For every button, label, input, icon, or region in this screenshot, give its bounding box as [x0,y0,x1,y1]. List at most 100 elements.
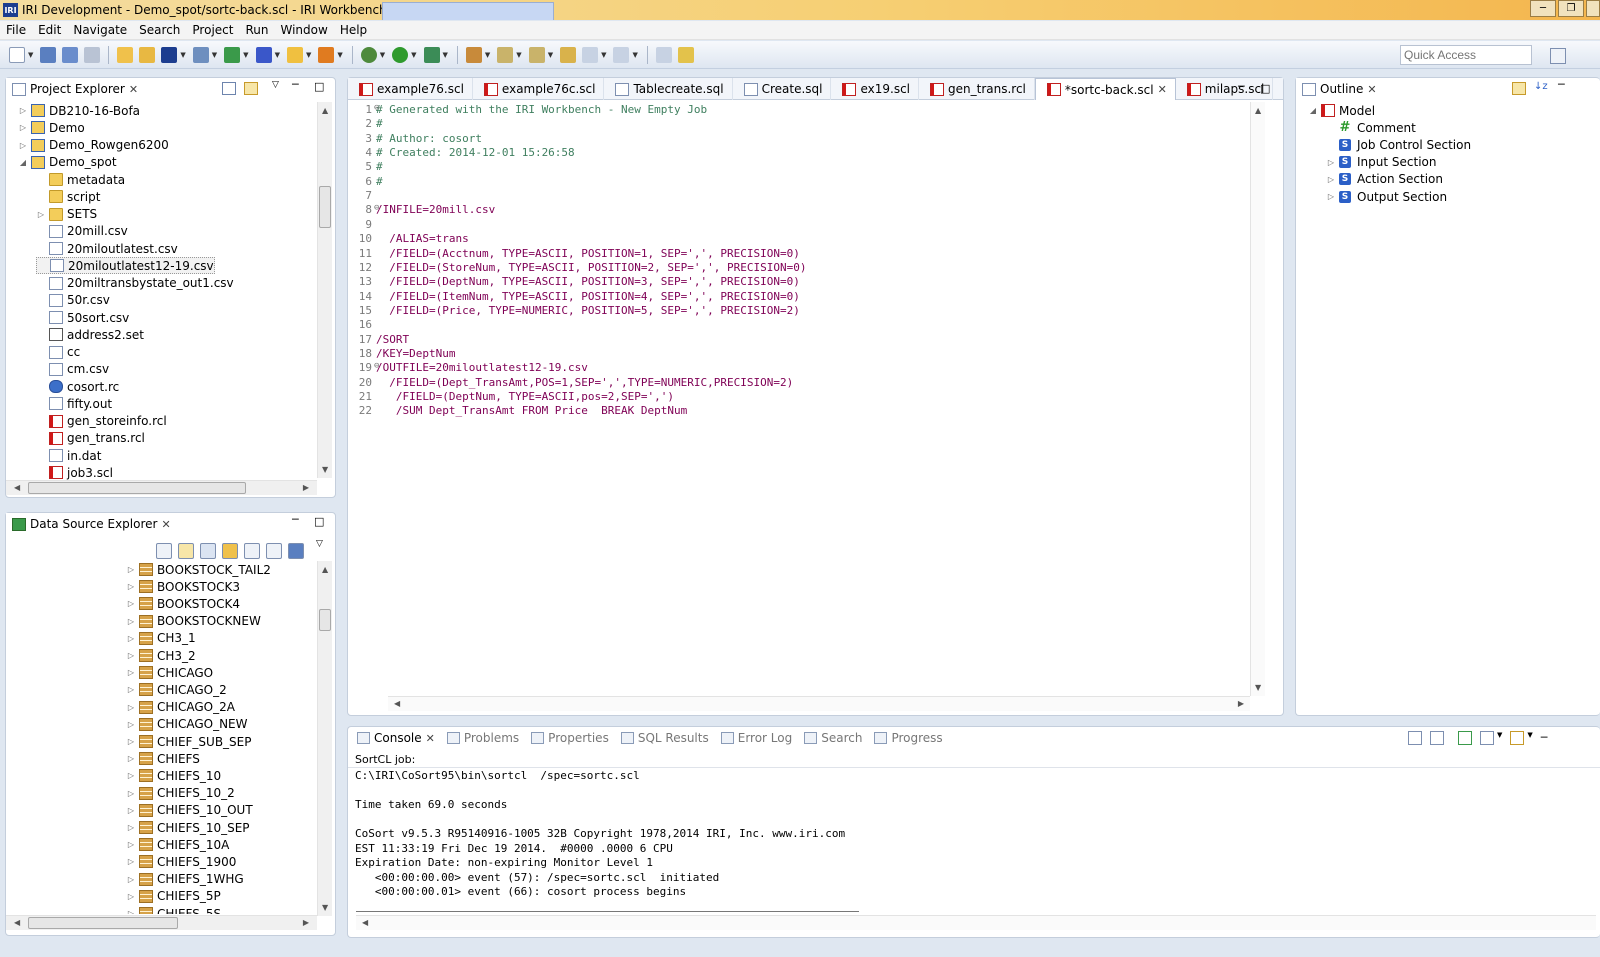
project-tree-item[interactable]: script [36,188,100,205]
menu-edit[interactable]: Edit [32,23,67,37]
table-tree-item[interactable]: ▷ CHIEFS_10_SEP [126,819,250,836]
menu-search[interactable]: Search [133,23,186,37]
expand-twisty-icon[interactable]: ▷ [126,737,136,746]
code-line[interactable]: /FIELD=(DeptNum, TYPE=ASCII, POSITION=3,… [376,275,800,288]
code-line[interactable]: /OUTFILE=20miloutlatest12-19.csv [376,361,588,374]
menu-help[interactable]: Help [334,23,373,37]
table-tree-item[interactable]: ▷ CHICAGO_2A [126,699,235,716]
fold-icon[interactable]: ⊖ [374,103,379,113]
open-folder-icon[interactable] [117,46,134,63]
quick-access-input[interactable] [1400,45,1532,65]
maximize-view-icon[interactable]: □ [314,515,324,528]
expand-twisty-icon[interactable]: ▷ [18,141,28,150]
project-tree-item[interactable]: 50r.csv [36,292,110,309]
code-line[interactable]: # [376,117,383,130]
expand-twisty-icon[interactable]: ▷ [18,106,28,115]
mask-icon[interactable] [255,46,272,63]
editor-tab[interactable]: *sortc-back.scl ✕ [1034,78,1176,100]
code-line[interactable]: /INFILE=20mill.csv [376,203,495,216]
code-line[interactable]: /FIELD=(Price, TYPE=NUMERIC, POSITION=5,… [376,304,800,317]
pin-icon[interactable] [655,46,672,63]
table-tree-item[interactable]: ▷ CHIEFS_1900 [126,853,236,870]
table-tree-item[interactable]: ▷ CHICAGO_2 [126,681,227,698]
menu-window[interactable]: Window [274,23,333,37]
maximize-view-icon[interactable]: □ [1260,82,1270,95]
expand-twisty-icon[interactable]: ▷ [1326,158,1336,167]
database-icon[interactable] [224,46,241,63]
expand-twisty-icon[interactable]: ▷ [126,823,136,832]
project-tree-item[interactable]: ◢ Demo_spot [18,154,117,171]
minimize-view-icon[interactable]: ─ [292,513,299,526]
fold-icon[interactable]: ⊖ [374,361,379,371]
minimize-view-icon[interactable]: ─ [1238,80,1245,93]
print-icon[interactable] [84,46,101,63]
project-tree-item[interactable]: ▷ Demo_Rowgen6200 [18,137,169,154]
project-tree-item[interactable]: 20mill.csv [36,223,128,240]
ds-tree-vscrollbar[interactable]: ▲ ▼ [317,561,332,916]
project-tree-item[interactable]: gen_trans.rcl [36,430,145,447]
back-icon[interactable] [582,46,599,63]
editor-tab[interactable]: ex19.scl [831,78,920,100]
table-tree-item[interactable]: ▷ CHIEFS_10_OUT [126,802,253,819]
export-icon[interactable] [266,543,282,559]
table-tree-item[interactable]: ▷ CHICAGO [126,664,213,681]
iri-menu-icon[interactable] [161,46,178,63]
ds-tree-hscrollbar[interactable]: ◀ ▶ [6,915,317,930]
project-tree-item[interactable]: 50sort.csv [36,309,129,326]
code-line[interactable]: # Author: cosort [376,132,482,145]
view-menu-icon[interactable]: ▽ [316,539,323,549]
expand-twisty-icon[interactable]: ▷ [126,909,136,914]
project-tree-hscrollbar[interactable]: ◀ ▶ [6,480,317,495]
editor-tab[interactable]: milaps.scl [1176,78,1274,100]
expand-twisty-icon[interactable]: ▷ [126,617,136,626]
project-tree-item[interactable]: gen_storeinfo.rcl [36,413,167,430]
close-icon[interactable]: ✕ [161,518,170,531]
new-icon[interactable] [9,46,25,63]
expand-twisty-icon[interactable]: ▷ [36,210,46,219]
code-line[interactable]: /KEY=DeptNum [376,347,455,360]
outline-item[interactable]: ▷ S Action Section [1326,171,1443,188]
table-tree-item[interactable]: ▷ BOOKSTOCK4 [126,595,240,612]
tree-layout-icon[interactable] [200,543,216,559]
bottom-tab[interactable]: Progress [868,728,948,748]
collapse-all-icon[interactable] [222,82,236,95]
forward-icon[interactable] [613,46,630,63]
expand-twisty-icon[interactable]: ▷ [18,123,28,132]
bottom-tab[interactable]: Properties [525,728,615,748]
minimize-button[interactable]: ─ [1530,0,1556,17]
expand-twisty-icon[interactable]: ▷ [126,651,136,660]
expand-twisty-icon[interactable]: ▷ [126,789,136,798]
table-tree-item[interactable]: ▷ CHIEFS_10A [126,836,229,853]
pen-icon[interactable] [465,46,482,63]
code-line[interactable]: # [376,160,383,173]
expand-twisty-icon[interactable]: ▷ [126,754,136,763]
expand-twisty-icon[interactable]: ▷ [126,771,136,780]
expand-twisty-icon[interactable]: ▷ [126,720,136,729]
project-tree-item[interactable]: fifty.out [36,395,112,412]
bottom-tab[interactable]: Search [798,728,868,748]
code-line[interactable]: /SORT [376,333,409,346]
project-tree-item[interactable]: cm.csv [36,361,109,378]
wizard-icon[interactable] [192,46,209,63]
close-icon[interactable]: ✕ [129,83,138,96]
table-tree-item[interactable]: ▷ BOOKSTOCK_TAIL2 [126,561,271,578]
import-icon[interactable] [244,543,260,559]
tab-data-source-explorer[interactable]: Data Source Explorer ✕ [6,513,177,535]
debug-icon[interactable] [360,46,377,63]
open-console-icon[interactable] [1510,731,1525,745]
expand-twisty-icon[interactable]: ▷ [126,875,136,884]
outline-item[interactable]: ▷ S Output Section [1326,188,1447,205]
code-line[interactable]: /FIELD=(Dept_TransAmt,POS=1,SEP=',',TYPE… [376,376,793,389]
transform-icon[interactable] [318,46,335,63]
run-external-icon[interactable] [423,46,440,63]
table-tree-item[interactable]: ▷ CHIEFS_5S [126,905,221,914]
console-hscrollbar[interactable]: ◀ [356,915,1596,930]
editor-vscrollbar[interactable]: ▲ ▼ [1250,102,1265,696]
project-tree-vscrollbar[interactable]: ▲ ▼ [317,102,332,478]
open-file-icon[interactable] [139,46,156,63]
bottom-tab[interactable]: Console ✕ [351,728,441,748]
minimize-view-icon[interactable]: ─ [292,78,299,91]
table-tree-item[interactable]: ▷ CHIEFS_1WHG [126,871,244,888]
project-tree-item[interactable]: ▷ SETS [36,206,97,223]
menu-file[interactable]: File [0,23,32,37]
